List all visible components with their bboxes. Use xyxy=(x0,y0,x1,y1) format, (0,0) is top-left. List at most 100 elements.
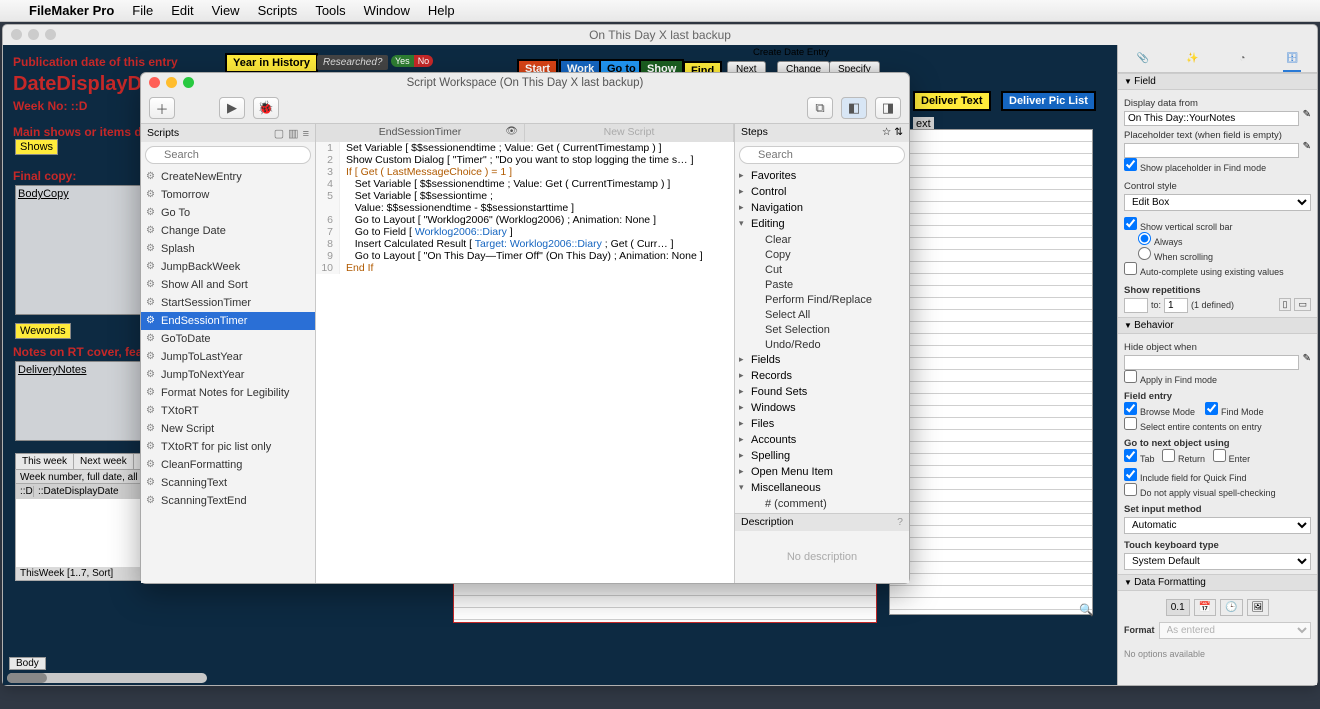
script-item[interactable]: JumpToNextYear xyxy=(141,366,315,384)
pane-right-button[interactable]: ◨ xyxy=(875,97,901,119)
notes-area-right[interactable] xyxy=(889,129,1093,615)
steps-tree[interactable]: FavoritesControlNavigationEditingClearCo… xyxy=(735,168,909,513)
script-item[interactable]: Format Notes for Legibility xyxy=(141,384,315,402)
fmt-date-icon[interactable]: 📅 xyxy=(1194,599,1216,616)
year-history-button[interactable]: Year in History xyxy=(225,53,318,73)
menu-edit[interactable]: Edit xyxy=(162,3,202,18)
inspector-section-field[interactable]: Field xyxy=(1118,73,1317,90)
pencil-icon-3[interactable]: ✎ xyxy=(1303,353,1311,370)
deliver-text-button[interactable]: Deliver Text xyxy=(913,91,991,111)
step-item[interactable]: Clear xyxy=(735,232,909,247)
quickfind-check[interactable] xyxy=(1124,468,1137,481)
spellcheck-check[interactable] xyxy=(1124,483,1137,496)
step-item[interactable]: Copy xyxy=(735,247,909,262)
script-item[interactable]: ScanningTextEnd xyxy=(141,492,315,510)
script-item[interactable]: EndSessionTimer xyxy=(141,312,315,330)
insp-tab-position[interactable]: 📎 xyxy=(1134,50,1152,68)
step-item[interactable]: Cut xyxy=(735,262,909,277)
step-category[interactable]: Fields xyxy=(735,352,909,368)
step-category[interactable]: Editing xyxy=(735,216,909,232)
scripts-view-icon-2[interactable]: ▥ xyxy=(288,128,298,140)
eye-icon[interactable]: 👁 xyxy=(505,126,518,137)
step-item[interactable]: Select All xyxy=(735,307,909,322)
script-item[interactable]: TXtoRT for pic list only xyxy=(141,438,315,456)
select-entire-check[interactable] xyxy=(1124,417,1137,430)
wewords-field[interactable]: Wewords xyxy=(15,323,71,339)
steps-fav-icon[interactable]: ☆ xyxy=(882,126,891,138)
whenscroll-radio[interactable] xyxy=(1138,247,1151,260)
scripts-view-icon-1[interactable]: ▢ xyxy=(274,128,284,140)
yes-no-toggle[interactable]: YesNo xyxy=(391,55,433,67)
script-item[interactable]: CreateNewEntry xyxy=(141,168,315,186)
script-item[interactable]: JumpBackWeek xyxy=(141,258,315,276)
script-item[interactable]: Go To xyxy=(141,204,315,222)
fmt-time-icon[interactable]: 🕒 xyxy=(1220,599,1242,616)
ws-traffic-lights[interactable] xyxy=(149,77,194,88)
rep-to[interactable] xyxy=(1164,298,1188,313)
always-radio[interactable] xyxy=(1138,232,1151,245)
magnify-icon[interactable]: 🔍 xyxy=(1079,603,1094,617)
scripts-view-icon-3[interactable]: ≡ xyxy=(303,128,309,140)
menu-app[interactable]: FileMaker Pro xyxy=(20,3,123,18)
copy-button[interactable]: ⧉ xyxy=(807,97,833,119)
script-tab-new[interactable]: New Script xyxy=(525,124,734,142)
script-item[interactable]: ScanningText xyxy=(141,474,315,492)
enter-check[interactable] xyxy=(1213,449,1226,462)
datedisplay-field[interactable]: DateDisplayDa xyxy=(13,73,153,96)
script-item[interactable]: GoToDate xyxy=(141,330,315,348)
steps-search-input[interactable] xyxy=(739,146,905,164)
input-method-select[interactable]: Automatic xyxy=(1124,517,1311,534)
step-category[interactable]: Accounts xyxy=(735,432,909,448)
touch-kbd-select[interactable]: System Default xyxy=(1124,553,1311,570)
step-category[interactable]: Files xyxy=(735,416,909,432)
fmt-num-icon[interactable]: 0.1 xyxy=(1166,599,1190,616)
script-tab-active[interactable]: EndSessionTimer👁 xyxy=(316,124,525,142)
step-item[interactable]: Perform Find/Replace xyxy=(735,292,909,307)
bodycopy-field[interactable]: BodyCopy xyxy=(15,185,143,315)
deliver-pic-button[interactable]: Deliver Pic List xyxy=(1001,91,1096,111)
pencil-icon[interactable]: ✎ xyxy=(1303,109,1311,126)
script-item[interactable]: New Script xyxy=(141,420,315,438)
script-tabs[interactable]: EndSessionTimer👁 New Script xyxy=(316,124,734,142)
tab-check[interactable] xyxy=(1124,449,1137,462)
apply-find-check[interactable] xyxy=(1124,370,1137,383)
toggle-no[interactable]: No xyxy=(414,55,434,67)
tab-thisweek[interactable]: This week xyxy=(16,454,74,469)
shows-field[interactable]: Shows xyxy=(15,139,58,155)
step-category[interactable]: Open Menu Item xyxy=(735,464,909,480)
menu-file[interactable]: File xyxy=(123,3,162,18)
step-category[interactable]: Navigation xyxy=(735,200,909,216)
lined-area-bottom[interactable] xyxy=(453,583,877,623)
step-category[interactable]: Control xyxy=(735,184,909,200)
menu-help[interactable]: Help xyxy=(419,3,464,18)
rep-orient-h[interactable]: ▭ xyxy=(1294,298,1311,311)
insp-tab-styles[interactable]: ✨ xyxy=(1184,50,1202,68)
step-category[interactable]: Records xyxy=(735,368,909,384)
scripts-list[interactable]: CreateNewEntryTomorrowGo ToChange DateSp… xyxy=(141,168,315,583)
script-item[interactable]: Change Date xyxy=(141,222,315,240)
run-script-button[interactable]: ▶ xyxy=(219,97,245,119)
browse-check[interactable] xyxy=(1124,402,1137,415)
scripts-search-input[interactable] xyxy=(145,146,311,164)
h-scroll-thumb[interactable] xyxy=(7,673,47,683)
step-category[interactable]: Found Sets xyxy=(735,384,909,400)
step-category[interactable]: Spelling xyxy=(735,448,909,464)
step-category[interactable]: Windows xyxy=(735,400,909,416)
script-item[interactable]: StartSessionTimer xyxy=(141,294,315,312)
insp-tab-appearance[interactable]: ◔ xyxy=(1233,50,1251,68)
menu-tools[interactable]: Tools xyxy=(306,3,354,18)
step-category[interactable]: Miscellaneous xyxy=(735,480,909,496)
steps-sort-icon[interactable]: ⇅ xyxy=(894,126,903,138)
inspector-section-behavior[interactable]: Behavior xyxy=(1118,317,1317,334)
return-check[interactable] xyxy=(1162,449,1175,462)
step-item[interactable]: Undo/Redo xyxy=(735,337,909,352)
doc-traffic-lights[interactable] xyxy=(11,29,56,40)
step-category[interactable]: Favorites xyxy=(735,168,909,184)
script-item[interactable]: JumpToLastYear xyxy=(141,348,315,366)
tab-nextweek[interactable]: Next week xyxy=(74,454,134,469)
script-code[interactable]: 1Set Variable [ $$sessionendtime ; Value… xyxy=(316,142,734,583)
deliverynotes-field[interactable]: DeliveryNotes xyxy=(15,361,143,441)
step-item[interactable]: Paste xyxy=(735,277,909,292)
placeholder-field[interactable] xyxy=(1124,143,1299,158)
fmt-pic-icon[interactable]: 🖼 xyxy=(1247,599,1270,616)
